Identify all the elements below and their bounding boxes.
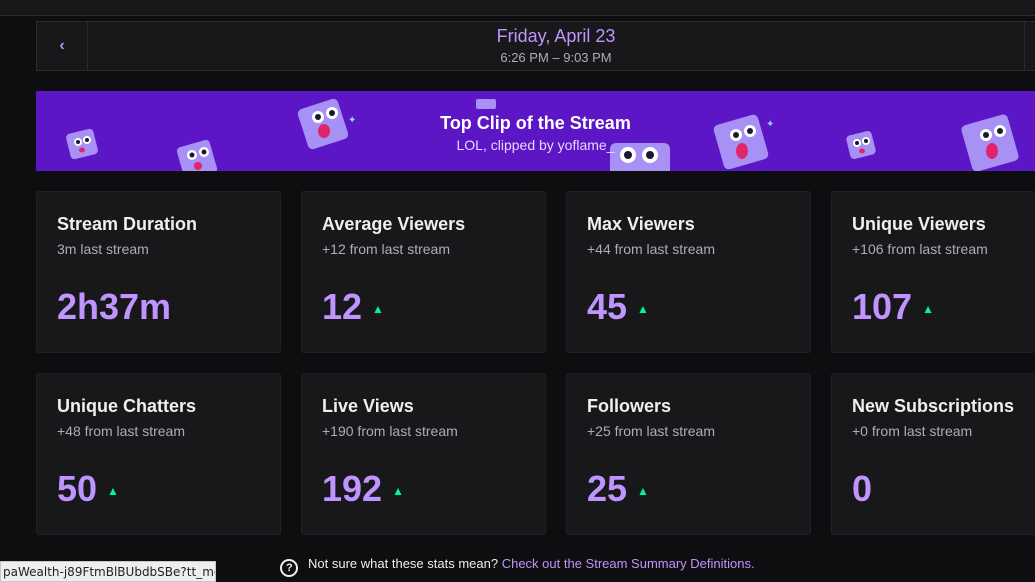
definitions-link[interactable]: Check out the Stream Summary Definitions… [502, 556, 755, 571]
stat-delta: +106 from last stream [852, 241, 988, 257]
stat-delta: +190 from last stream [322, 423, 458, 439]
banner-subtitle: LOL, clipped by yoflame_ [456, 137, 615, 153]
stat-card-max-viewers: Max Viewers +44 from last stream 45 ▲ [566, 191, 811, 353]
trend-up-icon: ▲ [637, 302, 649, 316]
stat-delta: +12 from last stream [322, 241, 450, 257]
trend-up-icon: ▲ [637, 484, 649, 498]
stream-date-info: Friday, April 23 6:26 PM – 9:03 PM [87, 22, 1025, 70]
previous-stream-button[interactable]: ‹ [37, 22, 88, 70]
help-text: Not sure what these stats mean? [308, 556, 499, 571]
trend-up-icon: ▲ [392, 484, 404, 498]
stream-date: Friday, April 23 [496, 26, 616, 46]
stat-label: Stream Duration [57, 214, 198, 234]
chevron-left-icon: ‹ [59, 37, 65, 54]
stat-value: 192 ▲ [322, 468, 404, 509]
stat-card-new-subscriptions: New Subscriptions +0 from last stream 0 [831, 373, 1035, 535]
stat-card-unique-viewers: Unique Viewers +106 from last stream 107… [831, 191, 1035, 353]
stat-value: 2h37m [57, 286, 172, 327]
top-bar [0, 0, 1035, 16]
stat-value: 50 ▲ [57, 468, 119, 509]
top-clip-banner[interactable]: ✦ ✦ Top Clip of the Stream LOL, clipped … [36, 91, 1035, 171]
stat-card-stream-duration: Stream Duration 3m last stream 2h37m [36, 191, 281, 353]
stat-card-followers: Followers +25 from last stream 25 ▲ [566, 373, 811, 535]
divider [1024, 22, 1025, 70]
trend-up-icon: ▲ [372, 302, 384, 316]
stat-value: 0 [852, 468, 873, 509]
stat-card-live-views: Live Views +190 from last stream 192 ▲ [301, 373, 546, 535]
stat-delta: +0 from last stream [852, 423, 973, 439]
stat-card-unique-chatters: Unique Chatters +48 from last stream 50 ▲ [36, 373, 281, 535]
stat-value: 45 ▲ [587, 286, 649, 327]
mascot-icon [476, 99, 496, 109]
stat-label: Unique Viewers [852, 214, 986, 234]
stat-label: Unique Chatters [57, 396, 197, 416]
stat-label: New Subscriptions [852, 396, 1015, 416]
trend-up-icon: ▲ [107, 484, 119, 498]
stat-label: Average Viewers [322, 214, 466, 234]
stream-time-range: 6:26 PM – 9:03 PM [500, 50, 612, 65]
stat-delta: 3m last stream [57, 241, 149, 257]
trend-up-icon: ▲ [922, 302, 934, 316]
stat-label: Live Views [322, 396, 414, 416]
banner-title: Top Clip of the Stream [440, 113, 631, 133]
stat-delta: +48 from last stream [57, 423, 185, 439]
browser-status-url: paWealth-j89FtmBlBUbdbSBe?tt_medi... [0, 561, 216, 582]
stat-card-average-viewers: Average Viewers +12 from last stream 12 ▲ [301, 191, 546, 353]
stat-value: 107 ▲ [852, 286, 934, 327]
stat-label: Max Viewers [587, 214, 695, 234]
question-circle-icon: ? [280, 559, 299, 577]
stat-delta: +25 from last stream [587, 423, 715, 439]
stat-delta: +44 from last stream [587, 241, 715, 257]
stat-value: 12 ▲ [322, 286, 384, 327]
stat-label: Followers [587, 396, 672, 416]
stat-value: 25 ▲ [587, 468, 649, 509]
stream-date-selector: ‹ Friday, April 23 6:26 PM – 9:03 PM [36, 21, 1035, 71]
